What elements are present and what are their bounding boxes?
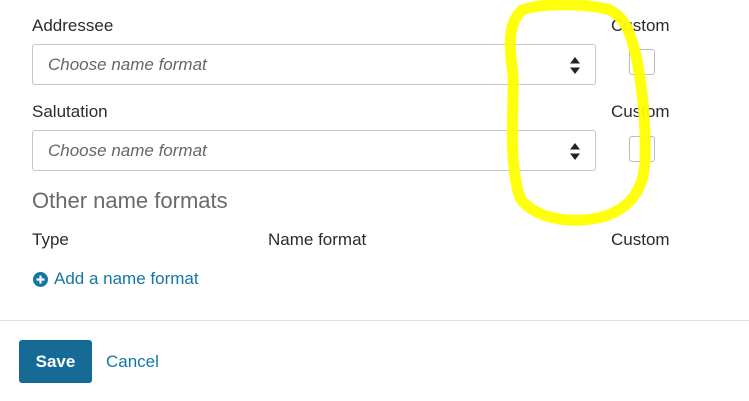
salutation-select[interactable]: Choose name format	[32, 130, 596, 171]
addressee-custom-checkbox[interactable]	[629, 49, 655, 75]
salutation-label: Salutation	[32, 102, 108, 121]
addressee-custom-label: Custom	[611, 16, 670, 35]
salutation-custom-label: Custom	[611, 102, 670, 121]
plus-circle-icon	[33, 271, 48, 287]
save-button[interactable]: Save	[19, 340, 92, 383]
column-header-type: Type	[32, 230, 69, 249]
addressee-select[interactable]: Choose name format	[32, 44, 596, 85]
salutation-custom-checkbox[interactable]	[629, 136, 655, 162]
column-header-custom: Custom	[611, 230, 670, 249]
other-formats-title: Other name formats	[32, 188, 228, 213]
add-name-format-label: Add a name format	[54, 269, 199, 288]
salutation-select-placeholder: Choose name format	[48, 141, 207, 160]
sort-arrows-icon	[567, 142, 583, 161]
sort-arrows-icon	[567, 56, 583, 75]
add-name-format-link[interactable]: Add a name format	[33, 269, 199, 289]
cancel-link[interactable]: Cancel	[106, 352, 159, 372]
footer-divider	[0, 320, 749, 321]
addressee-select-placeholder: Choose name format	[48, 55, 207, 74]
column-header-name-format: Name format	[268, 230, 367, 249]
addressee-label: Addressee	[32, 16, 114, 35]
